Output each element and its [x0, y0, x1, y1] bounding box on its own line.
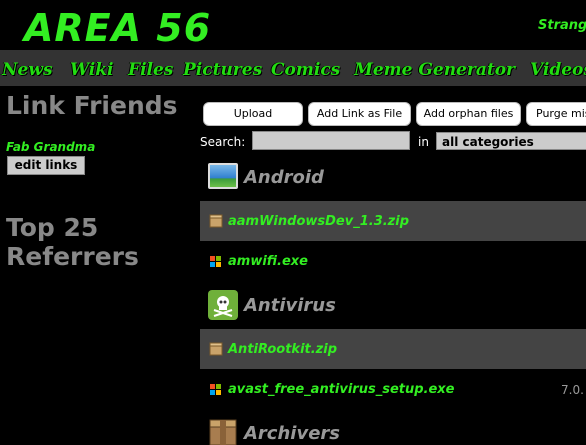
nav-meme-generator[interactable]: Meme Generator	[354, 60, 515, 80]
in-label: in	[418, 135, 429, 149]
add-link-as-file-button[interactable]: Add Link as File	[308, 102, 411, 126]
search-input[interactable]	[252, 131, 410, 150]
nav-news[interactable]: News	[2, 60, 53, 80]
site-header: AREA 56 Strange	[0, 0, 586, 50]
file-link[interactable]: AntiRootkit.zip	[228, 342, 337, 357]
top-referrers-heading-line2: Referrers	[6, 242, 139, 271]
add-orphan-files-button[interactable]: Add orphan files	[416, 102, 521, 126]
purge-button[interactable]: Purge mis	[526, 102, 586, 126]
category-label: Archivers	[244, 423, 340, 444]
link-friends-heading: Link Friends	[6, 91, 178, 120]
file-row[interactable]: AntiRootkit.zip	[200, 329, 586, 369]
nav-pictures[interactable]: Pictures	[183, 60, 262, 80]
skull-crossbones-icon	[208, 290, 238, 320]
package-icon	[209, 214, 223, 228]
windows-icon	[210, 256, 221, 267]
main-nav: News Wiki Files Pictures Comics Meme Gen…	[0, 50, 586, 86]
file-row[interactable]: amwifi.exe	[200, 243, 586, 281]
file-link[interactable]: avast_free_antivirus_setup.exe	[228, 382, 455, 397]
file-link[interactable]: aamWindowsDev_1.3.zip	[228, 214, 409, 229]
package-icon	[209, 342, 223, 356]
category-row-antivirus[interactable]: Antivirus	[200, 288, 586, 324]
sidebar: Link Friends Fab Grandma edit links Top …	[0, 86, 195, 445]
category-row-android[interactable]: Android	[200, 160, 586, 196]
site-logo[interactable]: AREA 56	[24, 6, 211, 50]
file-row[interactable]: avast_free_antivirus_setup.exe 7.0.	[200, 372, 586, 408]
image-icon	[208, 163, 238, 189]
file-link[interactable]: amwifi.exe	[228, 254, 308, 269]
windows-icon	[210, 384, 221, 395]
upload-button[interactable]: Upload	[203, 102, 303, 126]
category-row-archivers[interactable]: Archivers	[200, 414, 586, 445]
nav-wiki[interactable]: Wiki	[70, 60, 114, 80]
category-label: Android	[244, 167, 324, 188]
nav-files[interactable]: Files	[128, 60, 173, 80]
header-right-link[interactable]: Strange	[538, 18, 586, 33]
file-version: 7.0.	[561, 383, 584, 397]
nav-videos[interactable]: Videos	[530, 60, 586, 80]
friend-link[interactable]: Fab Grandma	[6, 140, 95, 154]
package-icon	[209, 419, 237, 445]
edit-links-button[interactable]: edit links	[7, 156, 85, 175]
category-label: Antivirus	[244, 295, 336, 316]
search-label: Search:	[200, 135, 246, 149]
nav-comics[interactable]: Comics	[271, 60, 340, 80]
category-select[interactable]: all categories	[436, 132, 586, 150]
top-referrers-heading-line1: Top 25	[6, 213, 99, 242]
file-row[interactable]: aamWindowsDev_1.3.zip	[200, 201, 586, 241]
